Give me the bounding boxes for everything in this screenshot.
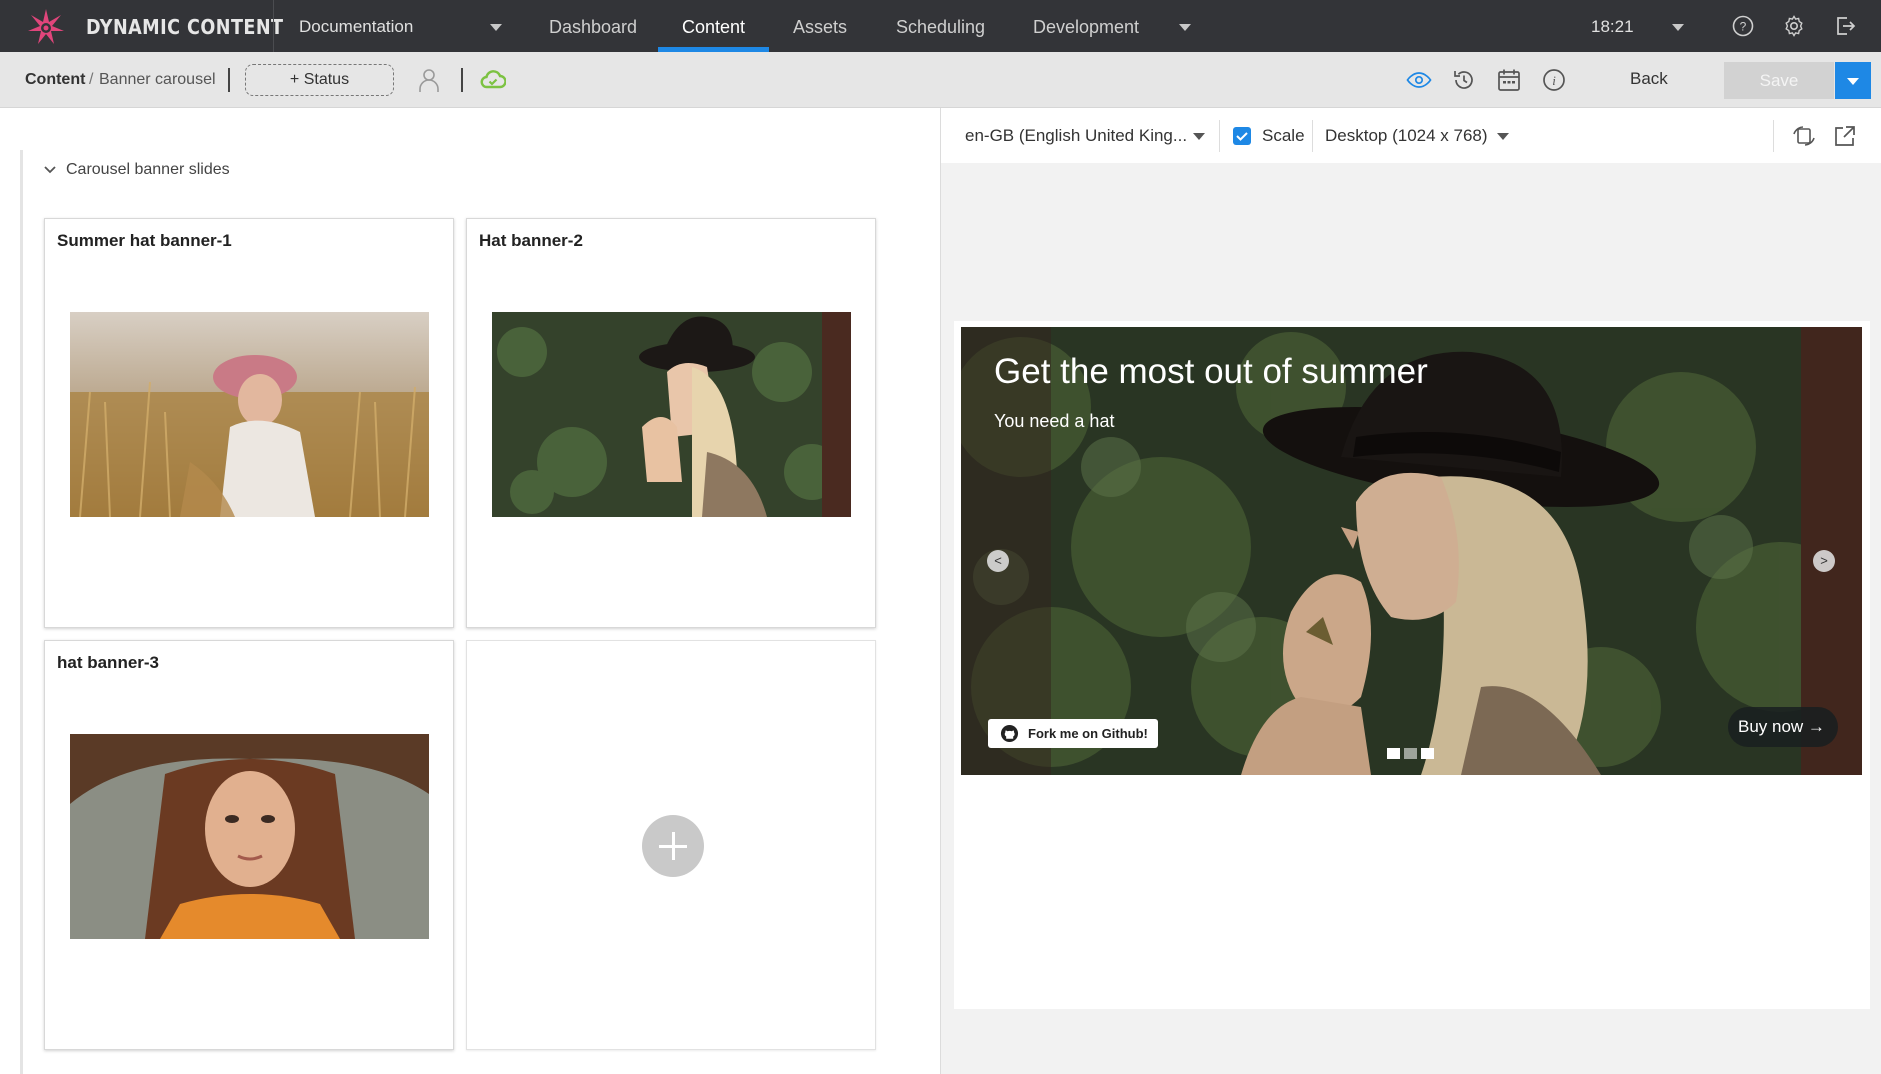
svg-text:i: i: [1552, 73, 1556, 88]
preview-toolbar: en-GB (English United King... Scale Desk…: [941, 108, 1881, 163]
history-icon[interactable]: [1451, 67, 1477, 93]
preview-toolbar-divider: [1312, 120, 1313, 152]
preview-eye-icon[interactable]: [1406, 67, 1432, 93]
save-options-button[interactable]: [1835, 62, 1871, 99]
breadcrumb-content[interactable]: Content: [25, 71, 85, 89]
collapse-chevron-icon[interactable]: [44, 165, 56, 175]
locale-selector[interactable]: en-GB (English United King...: [965, 126, 1187, 146]
add-slide-card[interactable]: [466, 640, 876, 1050]
carousel-banner: Get the most out of summer You need a ha…: [961, 327, 1862, 775]
development-chevron-down-icon[interactable]: [1179, 24, 1191, 31]
slide-thumbnail-image: [70, 734, 429, 939]
add-status-button[interactable]: + Status: [245, 64, 394, 96]
content-editor: Carousel banner slides Summer hat banner…: [0, 108, 940, 1074]
slide-card-title: hat banner-3: [57, 653, 160, 672]
tab-scheduling[interactable]: Scheduling: [896, 17, 985, 38]
checkmark-icon: [1236, 132, 1248, 141]
info-icon[interactable]: i: [1541, 67, 1567, 93]
sign-out-icon[interactable]: [1833, 14, 1857, 38]
carousel-dots: [1387, 746, 1438, 759]
carousel-dot[interactable]: [1387, 748, 1400, 759]
scale-checkbox[interactable]: [1233, 127, 1251, 145]
banner-headline: Get the most out of summer: [994, 352, 1428, 391]
toolbar-divider: [228, 68, 230, 92]
hub-chevron-down-icon[interactable]: [490, 24, 502, 31]
device-chevron-down-icon[interactable]: [1497, 133, 1509, 140]
save-button[interactable]: Save: [1724, 62, 1834, 99]
tab-content[interactable]: Content: [682, 17, 745, 38]
slide-card[interactable]: Hat banner-2: [466, 218, 876, 628]
svg-text:?: ?: [1740, 20, 1747, 34]
slide-card-title: Summer hat banner-1: [57, 231, 232, 250]
brand-name: DYNAMIC CONTENT: [86, 15, 284, 39]
carousel-dot[interactable]: [1404, 748, 1417, 759]
clock-chevron-down-icon[interactable]: [1672, 24, 1684, 31]
locale-chevron-down-icon[interactable]: [1193, 133, 1205, 140]
calendar-icon[interactable]: [1496, 67, 1522, 93]
banner-subtext: You need a hat: [994, 411, 1115, 431]
section-indent-rule: [20, 150, 23, 1074]
slide-thumbnail-image: [70, 312, 429, 517]
back-button[interactable]: Back: [1630, 69, 1668, 89]
github-button-label: Fork me on Github!: [1028, 726, 1148, 741]
carousel-dot[interactable]: [1421, 748, 1434, 759]
tab-assets[interactable]: Assets: [793, 17, 847, 38]
banner-background-image: [961, 327, 1862, 775]
assign-user-icon[interactable]: [416, 67, 442, 93]
preview-toolbar-divider: [1773, 120, 1774, 152]
slide-card[interactable]: hat banner-3: [44, 640, 454, 1050]
github-icon: [1000, 724, 1019, 743]
buy-now-button[interactable]: Buy now →: [1728, 707, 1838, 747]
save-chevron-down-icon: [1847, 78, 1859, 85]
slide-card-title: Hat banner-2: [479, 231, 583, 250]
rotate-device-icon[interactable]: [1791, 123, 1817, 149]
content-toolbar: Content / Banner carousel + Status i Bac…: [0, 52, 1881, 108]
slide-card[interactable]: Summer hat banner-1: [44, 218, 454, 628]
github-fork-button[interactable]: Fork me on Github!: [988, 719, 1158, 748]
gear-icon[interactable]: [1782, 14, 1806, 38]
carousel-prev-button[interactable]: <: [987, 550, 1009, 572]
hub-selector[interactable]: Documentation: [299, 17, 413, 37]
dynamic-content-logo: [28, 9, 64, 44]
preview-area: Get the most out of summer You need a ha…: [941, 163, 1881, 1074]
toolbar-divider: [461, 68, 463, 92]
cloud-sync-icon[interactable]: [480, 67, 506, 93]
scale-label[interactable]: Scale: [1262, 126, 1305, 146]
preview-toolbar-divider: [1219, 120, 1220, 152]
carousel-next-button[interactable]: >: [1813, 550, 1835, 572]
nav-divider: [273, 0, 274, 52]
clock: 18:21: [1591, 17, 1634, 36]
tab-development[interactable]: Development: [1033, 17, 1139, 38]
open-external-icon[interactable]: [1832, 123, 1858, 149]
add-slide-button[interactable]: [642, 815, 704, 877]
device-selector[interactable]: Desktop (1024 x 768): [1325, 126, 1488, 146]
help-icon[interactable]: ?: [1731, 14, 1755, 38]
section-title[interactable]: Carousel banner slides: [66, 161, 230, 179]
breadcrumb-current-page: Banner carousel: [99, 71, 216, 88]
tab-dashboard[interactable]: Dashboard: [549, 17, 637, 38]
preview-frame: Get the most out of summer You need a ha…: [954, 321, 1870, 1009]
breadcrumb-separator: /: [89, 71, 94, 88]
top-nav: DYNAMIC CONTENT Documentation Dashboard …: [0, 0, 1881, 52]
slide-thumbnail-image: [492, 312, 851, 517]
